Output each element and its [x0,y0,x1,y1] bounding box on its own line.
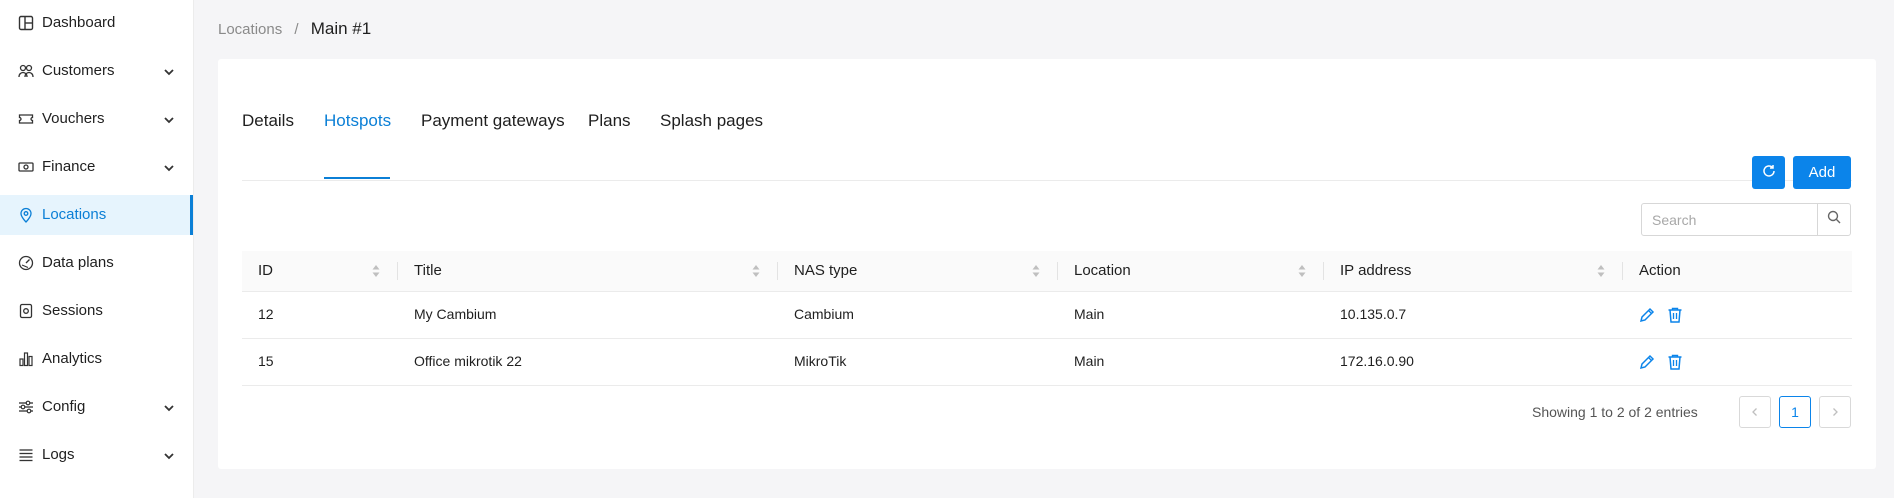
sidebar-item-vouchers[interactable]: Vouchers [0,99,193,139]
sidebar-item-finance[interactable]: Finance [0,147,193,187]
delete-icon[interactable] [1666,353,1684,371]
column-label: Action [1639,262,1681,279]
sliders-icon [18,399,34,415]
tab-payment-gateways[interactable]: Payment gateways [421,99,565,179]
tab-label: Details [242,111,294,130]
chevron-down-icon [163,401,175,413]
search-input[interactable] [1642,204,1818,235]
money-icon [18,159,34,175]
sort-icon[interactable] [752,264,760,278]
refresh-icon [1762,164,1776,182]
sidebar-item-customers[interactable]: Customers [0,51,193,91]
edit-icon[interactable] [1638,353,1656,371]
sidebar-item-label: Finance [42,158,96,175]
sidebar-item-label: Logs [42,446,75,463]
sort-icon[interactable] [1298,264,1306,278]
speedometer-icon [18,255,34,271]
cell-ip-address: 172.16.0.90 [1340,353,1414,369]
column-header-title[interactable]: Title [398,251,778,291]
refresh-button[interactable] [1752,156,1785,189]
page-title: Main #1 [310,19,372,38]
chevron-down-icon [163,161,175,173]
list-icon [18,447,34,463]
column-label: IP address [1340,262,1412,279]
sidebar-item-label: Data plans [42,254,114,271]
sessions-icon [18,303,34,319]
dashboard-icon [18,15,34,31]
tab-bar: Details Hotspots Payment gateways Plans … [242,99,1852,181]
chevron-down-icon [163,449,175,461]
tab-label: Splash pages [660,111,764,130]
search-icon [1827,210,1841,229]
tab-hotspots[interactable]: Hotspots [324,99,392,179]
column-header-location[interactable]: Location [1058,251,1324,291]
content-card: Details Hotspots Payment gateways Plans … [218,59,1876,469]
chevron-down-icon [163,113,175,125]
cell-id: 15 [258,353,274,369]
sidebar-item-dashboard[interactable]: Dashboard [0,3,193,43]
tab-details[interactable]: Details [242,99,294,179]
search-button[interactable] [1817,204,1850,235]
prev-page-button[interactable] [1739,396,1771,428]
cell-nas-type: Cambium [794,306,854,322]
tab-label: Hotspots [324,111,392,130]
sidebar-item-label: Customers [42,62,115,79]
sidebar-item-locations[interactable]: Locations [0,195,193,235]
column-label: Location [1074,262,1131,279]
sidebar-item-label: Sessions [42,302,103,319]
column-header-ip-address[interactable]: IP address [1324,251,1623,291]
sidebar-item-logs[interactable]: Logs [0,435,193,475]
tab-plans[interactable]: Plans [588,99,631,179]
chevron-left-icon [1750,404,1760,420]
breadcrumb: Locations / Main #1 [218,19,371,39]
cell-title: My Cambium [414,306,497,322]
users-icon [18,63,34,79]
sidebar-item-label: Dashboard [42,14,116,31]
sort-icon[interactable] [1597,264,1605,278]
page-button-1[interactable]: 1 [1779,396,1811,428]
ticket-icon [18,111,34,127]
tab-splash-pages[interactable]: Splash pages [660,99,764,179]
sidebar-item-label: Vouchers [42,110,105,127]
column-label: ID [258,262,273,279]
column-label: NAS type [794,262,858,279]
table-row: 15 Office mikrotik 22 MikroTik Main 172.… [242,339,1852,386]
search-box [1641,203,1851,236]
column-label: Title [414,262,442,279]
location-pin-icon [18,207,34,223]
sidebar-item-analytics[interactable]: Analytics [0,339,193,379]
cell-id: 12 [258,306,274,322]
cell-location: Main [1074,353,1105,369]
chevron-right-icon [1830,404,1840,420]
breadcrumb-link-locations[interactable]: Locations [218,21,282,38]
delete-icon[interactable] [1666,306,1684,324]
sidebar-item-label: Analytics [42,350,103,367]
table-header: ID Title NAS type Location IP address Ac… [242,251,1852,292]
cell-title: Office mikrotik 22 [414,353,522,369]
sidebar-item-config[interactable]: Config [0,387,193,427]
column-header-id[interactable]: ID [242,251,398,291]
cell-location: Main [1074,306,1105,322]
tab-label: Plans [588,111,631,130]
add-button[interactable]: Add [1793,156,1851,189]
cell-ip-address: 10.135.0.7 [1340,306,1407,322]
sort-icon[interactable] [1032,264,1040,278]
breadcrumb-separator: / [294,21,299,38]
pagination-summary: Showing 1 to 2 of 2 entries [1532,404,1698,420]
sidebar: Dashboard Customers Vouchers Finance Loc… [0,0,194,498]
sidebar-item-label: Locations [42,206,107,223]
bar-chart-icon [18,351,34,367]
column-header-action: Action [1623,251,1852,291]
table-row: 12 My Cambium Cambium Main 10.135.0.7 [242,292,1852,339]
sidebar-item-label: Config [42,398,86,415]
tab-label: Payment gateways [421,111,565,130]
cell-nas-type: MikroTik [794,353,847,369]
next-page-button[interactable] [1819,396,1851,428]
edit-icon[interactable] [1638,306,1656,324]
sort-icon[interactable] [372,264,380,278]
chevron-down-icon [163,65,175,77]
sidebar-item-data-plans[interactable]: Data plans [0,243,193,283]
column-header-nas-type[interactable]: NAS type [778,251,1058,291]
sidebar-item-sessions[interactable]: Sessions [0,291,193,331]
